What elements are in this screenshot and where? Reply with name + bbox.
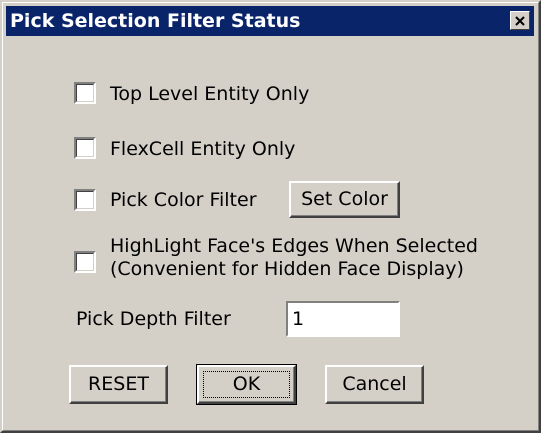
top-level-entity-only-checkbox[interactable] xyxy=(73,81,97,105)
pick-depth-filter-label: Pick Depth Filter xyxy=(76,308,231,330)
highlight-face-edges-checkbox[interactable] xyxy=(73,250,97,274)
flexcell-entity-only-checkbox[interactable] xyxy=(73,136,97,160)
pick-depth-filter-input[interactable] xyxy=(286,301,400,337)
cancel-button[interactable]: Cancel xyxy=(325,365,424,404)
focus-indicator xyxy=(203,371,290,398)
close-icon xyxy=(515,16,525,26)
dialog-title: Pick Selection Filter Status xyxy=(10,10,301,32)
pick-color-filter-checkbox[interactable] xyxy=(73,188,97,212)
ok-button[interactable]: OK xyxy=(196,364,297,405)
flexcell-entity-only-label: FlexCell Entity Only xyxy=(110,138,296,160)
reset-button[interactable]: RESET xyxy=(69,365,168,404)
highlight-face-edges-label-line2: (Convenient for Hidden Face Display) xyxy=(110,258,464,280)
ok-button-label: OK xyxy=(232,373,261,395)
pick-selection-filter-dialog: Pick Selection Filter Status Top Level E… xyxy=(0,0,541,433)
close-button[interactable] xyxy=(510,11,530,30)
title-bar[interactable]: Pick Selection Filter Status xyxy=(6,6,534,36)
highlight-face-edges-label-line1: HighLight Face's Edges When Selected xyxy=(110,235,478,257)
top-level-entity-only-label: Top Level Entity Only xyxy=(110,83,310,105)
pick-color-filter-label: Pick Color Filter xyxy=(110,189,257,211)
set-color-button[interactable]: Set Color xyxy=(289,181,400,218)
